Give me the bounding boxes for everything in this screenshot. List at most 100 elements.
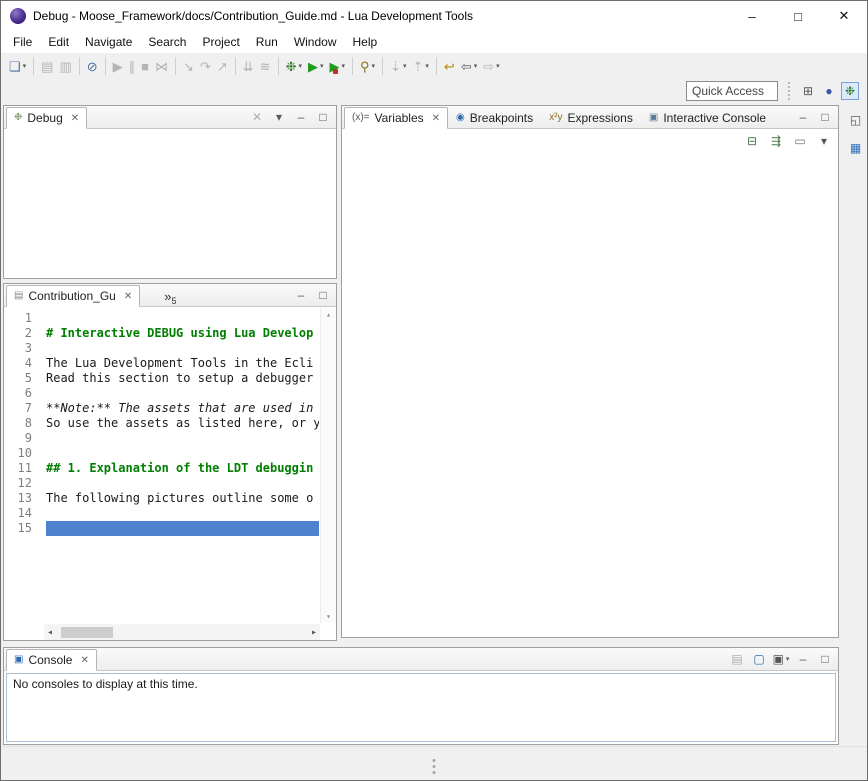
editor-horizontal-scrollbar[interactable]: ◂ ▸ (44, 624, 320, 640)
quick-access-input[interactable]: Quick Access (686, 81, 778, 101)
tab-expressions[interactable]: x²yExpressions (541, 107, 641, 129)
open-console-button[interactable]: ▣▾ (772, 650, 790, 668)
resize-grip[interactable] (433, 759, 436, 774)
menu-item-file[interactable]: File (5, 33, 40, 51)
new-wizard-button[interactable]: ❏▾ (7, 55, 28, 77)
open-console-monitor-button[interactable]: ▢ (750, 650, 768, 668)
editor-line-5[interactable]: Read this section to setup a debugger (46, 371, 319, 386)
debug-minimize-button[interactable]: – (292, 108, 310, 126)
dropdown-arrow-icon[interactable]: ▾ (320, 62, 324, 70)
scroll-right-icon[interactable]: ▸ (311, 627, 317, 638)
tab-debug[interactable]: ❉ Debug ✕ (6, 107, 87, 129)
editor-line-4[interactable]: The Lua Development Tools in the Ecli (46, 356, 319, 371)
open-search-button[interactable]: ⚲▾ (358, 55, 377, 77)
console-minimize-button[interactable]: – (794, 650, 812, 668)
tab-variables[interactable]: (x)=Variables✕ (344, 107, 448, 129)
editor-line-9[interactable] (46, 431, 319, 446)
save-button[interactable]: ▤ (39, 55, 55, 77)
editor-line-1[interactable] (46, 311, 319, 326)
step-into-button[interactable]: ↘ (181, 55, 196, 77)
editor-line-13[interactable]: The following pictures outline some o (46, 491, 319, 506)
tab-breakpoints[interactable]: ◉Breakpoints (448, 107, 541, 129)
variables-maximize-button[interactable]: □ (816, 108, 834, 126)
dropdown-arrow-icon[interactable]: ▾ (425, 62, 429, 70)
console-maximize-button[interactable]: □ (816, 650, 834, 668)
maximize-window-button[interactable]: □ (775, 1, 821, 31)
editor-text[interactable]: # Interactive DEBUG using Lua Develop The… (46, 311, 319, 620)
variables-minimize-button[interactable]: – (794, 108, 812, 126)
editor-line-11[interactable]: ## 1. Explanation of the LDT debuggin (46, 461, 319, 476)
back-button[interactable]: ⇦▾ (459, 55, 479, 77)
menu-item-project[interactable]: Project (194, 33, 247, 51)
scroll-down-icon[interactable]: ▾ (326, 612, 331, 621)
dropdown-arrow-icon[interactable]: ▾ (342, 62, 346, 70)
restore-view-button[interactable]: ◱ (847, 111, 865, 129)
scroll-left-icon[interactable]: ◂ (47, 627, 53, 638)
detail-pane-orientation-button[interactable]: ▭ (791, 132, 809, 150)
last-edit-location-button[interactable]: ↩ (442, 55, 457, 77)
editor-minimize-button[interactable]: – (292, 286, 310, 304)
menu-item-run[interactable]: Run (248, 33, 286, 51)
menu-item-navigate[interactable]: Navigate (77, 33, 140, 51)
menu-item-help[interactable]: Help (345, 33, 386, 51)
tab-console[interactable]: ▣ Console ✕ (6, 649, 97, 671)
resume-button[interactable]: ▶ (111, 55, 125, 77)
debug-view-menu-button[interactable]: ▾ (270, 108, 288, 126)
close-window-button[interactable]: ✕ (821, 1, 867, 31)
close-icon[interactable]: ✕ (71, 113, 79, 124)
editor-maximize-button[interactable]: □ (314, 286, 332, 304)
dropdown-arrow-icon[interactable]: ▾ (372, 62, 376, 70)
editor-line-15[interactable] (46, 521, 319, 536)
debug-perspective-button[interactable]: ❉ (841, 82, 859, 100)
external-tools-button[interactable]: ▶▾ (328, 55, 348, 77)
minimize-window-button[interactable]: – (729, 1, 775, 31)
tab-contribution-guide[interactable]: ▤ Contribution_Gu ✕ (6, 285, 140, 307)
remove-all-terminated-button[interactable]: ✕ (248, 108, 266, 126)
debug-maximize-button[interactable]: □ (314, 108, 332, 126)
editor-line-8[interactable]: So use the assets as listed here, or y (46, 416, 319, 431)
show-logical-structure-button[interactable]: ⇶ (767, 132, 785, 150)
suspend-button[interactable]: ∥ (127, 55, 138, 77)
editor-line-12[interactable] (46, 476, 319, 491)
use-step-filters-button[interactable]: ≋ (258, 55, 273, 77)
close-icon[interactable]: ✕ (124, 291, 132, 302)
scrollbar-thumb[interactable] (61, 627, 113, 638)
previous-annotation-button[interactable]: ⇡▾ (410, 55, 430, 77)
close-icon[interactable]: ✕ (432, 113, 440, 124)
dropdown-arrow-icon[interactable]: ▾ (786, 655, 790, 663)
scroll-up-icon[interactable]: ▴ (326, 310, 331, 319)
tab-interactive-console[interactable]: ▣Interactive Console (641, 107, 774, 129)
disconnect-button[interactable]: ⋈ (153, 55, 170, 77)
menu-item-edit[interactable]: Edit (40, 33, 77, 51)
collapse-all-button[interactable]: ⊟ (743, 132, 761, 150)
editor-line-6[interactable] (46, 386, 319, 401)
editor-line-2[interactable]: # Interactive DEBUG using Lua Develop (46, 326, 319, 341)
variables-view-menu-button[interactable]: ▾ (815, 132, 833, 150)
minimized-view-button[interactable]: ▦ (847, 139, 865, 157)
editor-line-3[interactable] (46, 341, 319, 356)
editor-vertical-scrollbar[interactable]: ▴ ▾ (320, 308, 336, 623)
forward-button[interactable]: ⇨▾ (481, 55, 501, 77)
editor-line-7[interactable]: **Note:** The assets that are used in (46, 401, 319, 416)
terminate-button[interactable]: ■ (139, 55, 151, 77)
display-selected-console-button[interactable]: ▤ (728, 650, 746, 668)
dropdown-arrow-icon[interactable]: ▾ (496, 62, 500, 70)
debug-button[interactable]: ❉▾ (284, 55, 304, 77)
dropdown-arrow-icon[interactable]: ▾ (403, 62, 407, 70)
skip-all-breakpoints-button[interactable]: ⊘ (85, 55, 100, 77)
step-over-button[interactable]: ↷ (198, 55, 213, 77)
ldt-perspective-button[interactable]: ● (820, 82, 838, 100)
step-return-button[interactable]: ↗ (215, 55, 230, 77)
editor-line-14[interactable] (46, 506, 319, 521)
dropdown-arrow-icon[interactable]: ▾ (298, 62, 302, 70)
save-all-button[interactable]: ▥ (57, 55, 73, 77)
next-annotation-button[interactable]: ⇣▾ (388, 55, 408, 77)
drop-to-frame-button[interactable]: ⇊ (241, 55, 256, 77)
menu-item-window[interactable]: Window (286, 33, 345, 51)
menu-item-search[interactable]: Search (140, 33, 194, 51)
close-icon[interactable]: ✕ (80, 655, 88, 666)
dropdown-arrow-icon[interactable]: ▾ (474, 62, 478, 70)
dropdown-arrow-icon[interactable]: ▾ (23, 62, 27, 70)
hidden-editors-chevron[interactable]: »5 (164, 289, 176, 304)
open-perspective-button[interactable]: ⊞ (799, 82, 817, 100)
